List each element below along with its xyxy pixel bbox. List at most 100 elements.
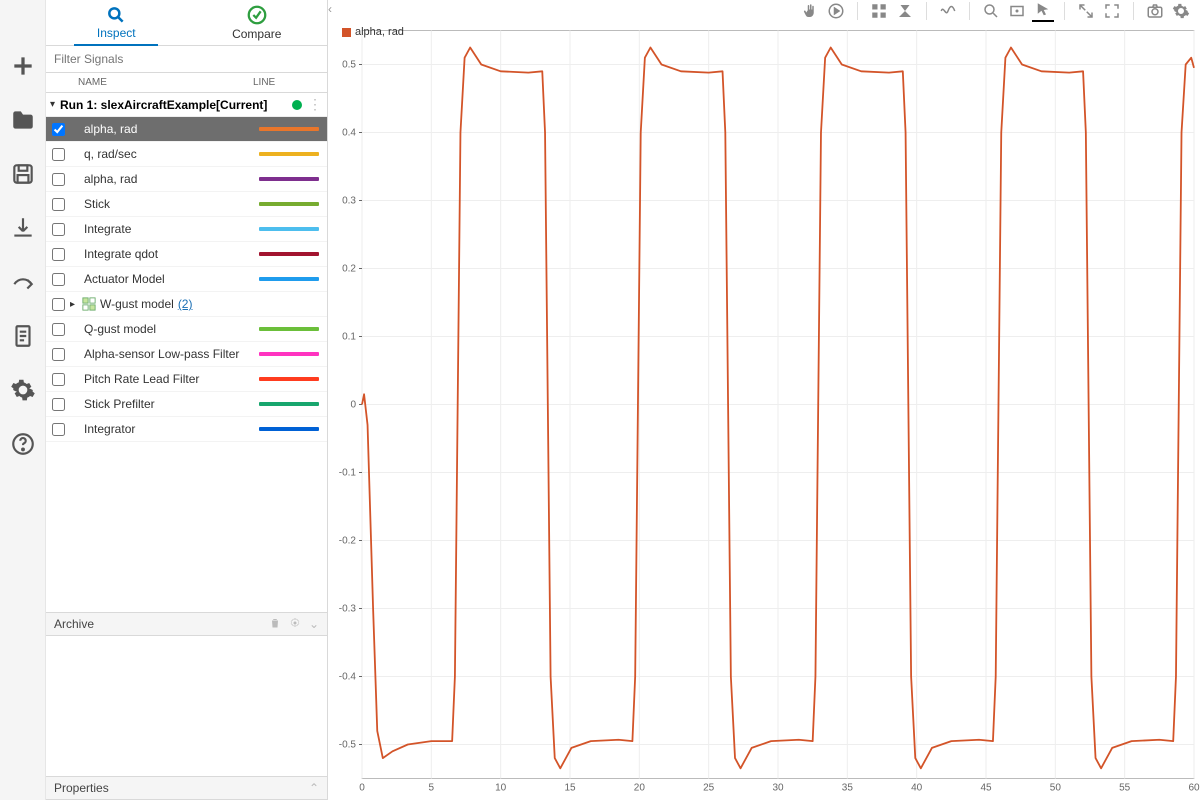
signal-checkbox[interactable] <box>46 298 70 311</box>
layout-grid-icon[interactable] <box>868 0 890 22</box>
signal-name: q, rad/sec <box>84 147 259 161</box>
signal-checkbox[interactable] <box>46 423 70 436</box>
svg-text:0: 0 <box>359 783 365 794</box>
signal-row[interactable]: Integrator <box>46 417 327 442</box>
signal-checkbox[interactable] <box>46 123 70 136</box>
run-status-dot <box>292 100 302 110</box>
signal-row[interactable]: Integrate qdot <box>46 242 327 267</box>
fit-icon[interactable] <box>1006 0 1028 22</box>
expand-icon[interactable]: ▸ <box>70 299 82 310</box>
svg-text:-0.4: -0.4 <box>339 672 357 683</box>
expand-triangle-icon[interactable]: ▾ <box>50 99 60 110</box>
pointer-icon[interactable] <box>1032 0 1054 22</box>
col-line[interactable]: LINE <box>253 77 327 88</box>
signal-row[interactable]: Q-gust model <box>46 317 327 342</box>
signal-line-swatch <box>259 327 319 331</box>
signal-name: alpha, rad <box>84 122 259 136</box>
run-row[interactable]: ▾ Run 1: slexAircraftExample[Current] ⋮ <box>46 93 327 117</box>
save-icon[interactable] <box>7 158 39 190</box>
signal-checkbox[interactable] <box>46 323 70 336</box>
svg-text:50: 50 <box>1050 783 1062 794</box>
svg-text:60: 60 <box>1188 783 1200 794</box>
svg-text:0.5: 0.5 <box>342 60 356 71</box>
signal-name: Stick <box>84 197 259 211</box>
signal-type-icon[interactable] <box>937 0 959 22</box>
signal-checkbox[interactable] <box>46 223 70 236</box>
archive-label: Archive <box>54 617 94 631</box>
help-icon[interactable] <box>7 428 39 460</box>
svg-text:45: 45 <box>980 783 992 794</box>
block-icon <box>82 297 96 311</box>
signal-name: Pitch Rate Lead Filter <box>84 372 259 386</box>
signal-row[interactable]: Stick <box>46 192 327 217</box>
plot-area[interactable]: alpha, rad 051015202530354045505560-0.5-… <box>328 22 1200 800</box>
column-headers: NAME LINE <box>46 73 327 93</box>
settings-icon[interactable] <box>7 374 39 406</box>
signal-row[interactable]: alpha, rad <box>46 117 327 142</box>
signal-line-swatch <box>259 352 319 356</box>
plot-svg: 051015202530354045505560-0.5-0.4-0.3-0.2… <box>328 22 1200 800</box>
signal-checkbox[interactable] <box>46 248 70 261</box>
maximize-icon[interactable] <box>1101 0 1123 22</box>
signal-name: Q-gust model <box>84 322 259 336</box>
open-folder-icon[interactable] <box>7 104 39 136</box>
svg-text:10: 10 <box>495 783 507 794</box>
signal-checkbox[interactable] <box>46 173 70 186</box>
trash-icon[interactable] <box>269 617 281 632</box>
chevron-down-icon[interactable]: ⌄ <box>309 617 319 631</box>
signal-row[interactable]: Alpha-sensor Low-pass Filter <box>46 342 327 367</box>
plot-settings-icon[interactable] <box>1170 0 1192 22</box>
signal-row[interactable]: Integrate <box>46 217 327 242</box>
plot-legend: alpha, rad <box>342 26 404 38</box>
archive-body <box>46 636 327 776</box>
filter-signals-input[interactable] <box>46 46 327 73</box>
svg-text:15: 15 <box>564 783 576 794</box>
tab-compare[interactable]: Compare <box>187 0 328 45</box>
legend-text: alpha, rad <box>355 26 404 38</box>
import-icon[interactable] <box>7 212 39 244</box>
play-icon[interactable] <box>825 0 847 22</box>
signal-row[interactable]: Stick Prefilter <box>46 392 327 417</box>
svg-text:30: 30 <box>772 783 784 794</box>
signal-line-swatch <box>259 202 319 206</box>
properties-header[interactable]: Properties ⌃ <box>46 776 327 800</box>
new-icon[interactable] <box>7 50 39 82</box>
plot-toolbar <box>328 0 1200 22</box>
signal-line-swatch <box>259 127 319 131</box>
svg-text:0.1: 0.1 <box>342 332 356 343</box>
signal-row[interactable]: alpha, rad <box>46 167 327 192</box>
signal-checkbox[interactable] <box>46 373 70 386</box>
run-menu-icon[interactable]: ⋮ <box>308 96 327 113</box>
signal-list: ▾ Run 1: slexAircraftExample[Current] ⋮ … <box>46 93 327 612</box>
clear-icon[interactable] <box>894 0 916 22</box>
signal-checkbox[interactable] <box>46 148 70 161</box>
svg-text:0.2: 0.2 <box>342 264 356 275</box>
svg-text:40: 40 <box>911 783 923 794</box>
signal-name: W-gust model(2) <box>100 297 259 311</box>
signal-line-swatch <box>259 377 319 381</box>
chevron-up-icon[interactable]: ⌃ <box>309 781 319 795</box>
archive-settings-icon[interactable] <box>289 617 301 632</box>
col-name[interactable]: NAME <box>70 77 253 88</box>
signal-checkbox[interactable] <box>46 398 70 411</box>
signal-row[interactable]: ▸ W-gust model(2) <box>46 292 327 317</box>
zoom-icon[interactable] <box>980 0 1002 22</box>
signal-count[interactable]: (2) <box>178 297 193 311</box>
signal-checkbox[interactable] <box>46 273 70 286</box>
sidebar-collapse-icon[interactable]: ‹ <box>328 2 338 16</box>
signal-row[interactable]: Pitch Rate Lead Filter <box>46 367 327 392</box>
signal-checkbox[interactable] <box>46 198 70 211</box>
pan-hand-icon[interactable] <box>799 0 821 22</box>
expand-icon[interactable] <box>1075 0 1097 22</box>
report-icon[interactable] <box>7 320 39 352</box>
signal-checkbox[interactable] <box>46 348 70 361</box>
snapshot-icon[interactable] <box>1144 0 1166 22</box>
archive-header[interactable]: Archive ⌄ <box>46 612 327 636</box>
tab-inspect[interactable]: Inspect <box>46 0 187 45</box>
signal-row[interactable]: Actuator Model <box>46 267 327 292</box>
export-icon[interactable] <box>7 266 39 298</box>
signal-line-swatch <box>259 427 319 431</box>
signal-name: Integrate qdot <box>84 247 259 261</box>
svg-text:5: 5 <box>429 783 435 794</box>
signal-row[interactable]: q, rad/sec <box>46 142 327 167</box>
